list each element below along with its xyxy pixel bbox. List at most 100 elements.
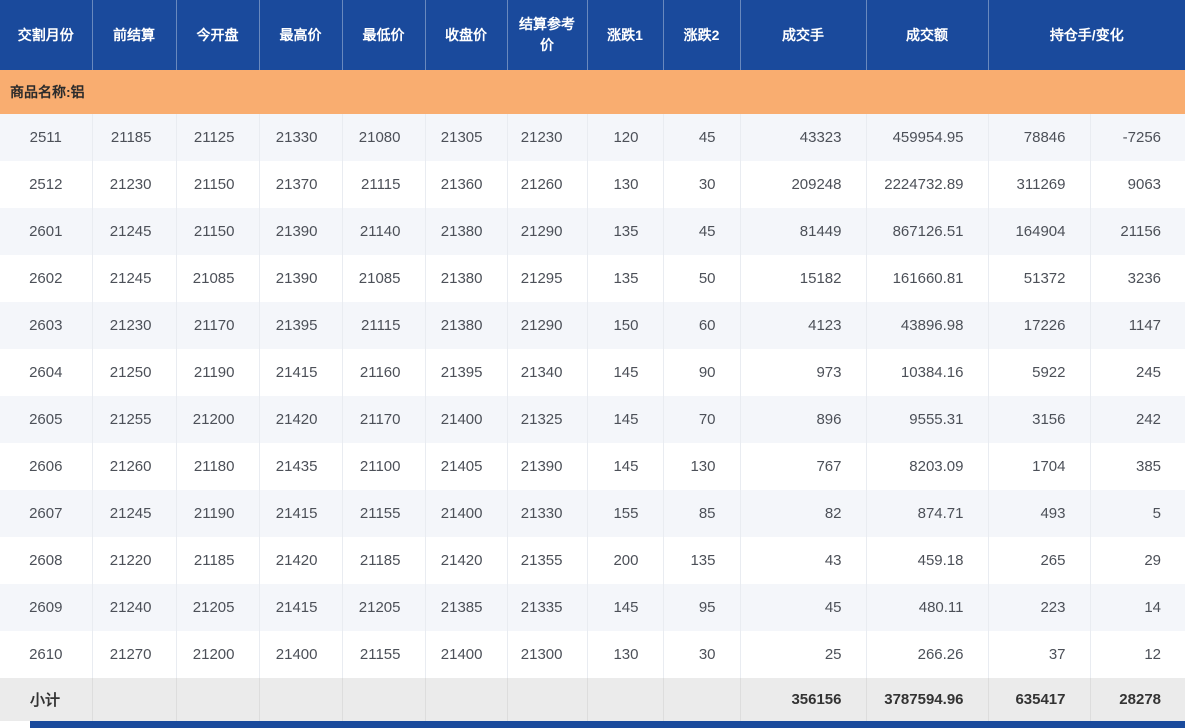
cell-change1: 200: [587, 537, 663, 584]
cell-open_interest: 493: [988, 490, 1090, 537]
cell-prev_settle: 21230: [92, 161, 176, 208]
cell-close: 21400: [425, 396, 507, 443]
table-row-2608: 2608212202118521420211852142021355200135…: [0, 537, 1185, 584]
cell-change1: 155: [587, 490, 663, 537]
cell-settle_ref: 21390: [507, 443, 587, 490]
subtotal-settle_ref: [507, 678, 587, 721]
subtotal-row: 小计3561563787594.9663541728278: [0, 678, 1185, 721]
cell-open_interest: 3156: [988, 396, 1090, 443]
cell-high: 21390: [259, 208, 342, 255]
cell-oi_change: 1147: [1090, 302, 1185, 349]
subtotal-label: 小计: [0, 678, 92, 721]
cell-change2: 95: [663, 584, 740, 631]
cell-turnover: 10384.16: [866, 349, 988, 396]
cell-close: 21405: [425, 443, 507, 490]
cell-close: 21385: [425, 584, 507, 631]
cell-high: 21330: [259, 114, 342, 161]
cell-open_interest: 223: [988, 584, 1090, 631]
cell-volume: 45: [740, 584, 866, 631]
cell-low: 21115: [342, 161, 425, 208]
table-row-2606: 2606212602118021435211002140521390145130…: [0, 443, 1185, 490]
cell-change1: 130: [587, 161, 663, 208]
column-header-change2: 涨跌2: [663, 0, 740, 70]
subtotal-low: [342, 678, 425, 721]
cell-oi_change: 9063: [1090, 161, 1185, 208]
cell-month: 2607: [0, 490, 92, 537]
cell-low: 21080: [342, 114, 425, 161]
cell-oi_change: 385: [1090, 443, 1185, 490]
cell-prev_settle: 21240: [92, 584, 176, 631]
cell-change2: 60: [663, 302, 740, 349]
cell-volume: 973: [740, 349, 866, 396]
cell-open_interest: 5922: [988, 349, 1090, 396]
cell-open: 21180: [176, 443, 259, 490]
subtotal-change1: [587, 678, 663, 721]
cell-settle_ref: 21325: [507, 396, 587, 443]
cell-volume: 43: [740, 537, 866, 584]
table-header: 交割月份前结算今开盘最高价最低价收盘价结算参考价涨跌1涨跌2成交手成交额持仓手/…: [0, 0, 1185, 70]
cell-month: 2512: [0, 161, 92, 208]
cell-high: 21415: [259, 584, 342, 631]
cell-turnover: 9555.31: [866, 396, 988, 443]
cell-settle_ref: 21290: [507, 208, 587, 255]
column-header-open: 今开盘: [176, 0, 259, 70]
cell-open: 21190: [176, 349, 259, 396]
cell-low: 21205: [342, 584, 425, 631]
cell-turnover: 874.71: [866, 490, 988, 537]
cell-volume: 15182: [740, 255, 866, 302]
cell-change1: 145: [587, 349, 663, 396]
subtotal-close: [425, 678, 507, 721]
table-row-2601: 2601212452115021390211402138021290135458…: [0, 208, 1185, 255]
cell-volume: 4123: [740, 302, 866, 349]
cell-turnover: 459954.95: [866, 114, 988, 161]
column-header-close: 收盘价: [425, 0, 507, 70]
cell-close: 21380: [425, 302, 507, 349]
cell-settle_ref: 21355: [507, 537, 587, 584]
cell-month: 2601: [0, 208, 92, 255]
cell-oi_change: 5: [1090, 490, 1185, 537]
cell-oi_change: 14: [1090, 584, 1185, 631]
cell-close: 21380: [425, 255, 507, 302]
cell-change2: 30: [663, 631, 740, 678]
cell-open: 21170: [176, 302, 259, 349]
cell-month: 2610: [0, 631, 92, 678]
cell-month: 2511: [0, 114, 92, 161]
column-header-volume: 成交手: [740, 0, 866, 70]
cell-low: 21170: [342, 396, 425, 443]
cell-month: 2602: [0, 255, 92, 302]
cell-prev_settle: 21245: [92, 255, 176, 302]
cell-settle_ref: 21340: [507, 349, 587, 396]
subtotal-oi_change: 28278: [1090, 678, 1185, 721]
column-header-month: 交割月份: [0, 0, 92, 70]
cell-open: 21205: [176, 584, 259, 631]
subtotal-high: [259, 678, 342, 721]
cell-high: 21420: [259, 537, 342, 584]
cell-open: 21150: [176, 208, 259, 255]
cell-oi_change: 21156: [1090, 208, 1185, 255]
cell-settle_ref: 21260: [507, 161, 587, 208]
commodity-name-label: 商品名称:铝: [0, 70, 1185, 114]
cell-oi_change: -7256: [1090, 114, 1185, 161]
cell-open_interest: 17226: [988, 302, 1090, 349]
column-header-oi_and_change: 持仓手/变化: [988, 0, 1185, 70]
futures-quotes-section: 交割月份前结算今开盘最高价最低价收盘价结算参考价涨跌1涨跌2成交手成交额持仓手/…: [0, 0, 1185, 721]
cell-change2: 90: [663, 349, 740, 396]
cell-volume: 896: [740, 396, 866, 443]
cell-high: 21415: [259, 349, 342, 396]
cell-prev_settle: 21250: [92, 349, 176, 396]
cell-low: 21100: [342, 443, 425, 490]
column-header-prev_settle: 前结算: [92, 0, 176, 70]
cell-settle_ref: 21295: [507, 255, 587, 302]
table-row-2512: 2512212302115021370211152136021260130302…: [0, 161, 1185, 208]
cell-prev_settle: 21260: [92, 443, 176, 490]
cell-low: 21155: [342, 490, 425, 537]
cell-close: 21400: [425, 631, 507, 678]
subtotal-open: [176, 678, 259, 721]
cell-turnover: 459.18: [866, 537, 988, 584]
cell-prev_settle: 21245: [92, 208, 176, 255]
subtotal-prev_settle: [92, 678, 176, 721]
cell-change2: 130: [663, 443, 740, 490]
cell-oi_change: 29: [1090, 537, 1185, 584]
cell-volume: 767: [740, 443, 866, 490]
cell-month: 2605: [0, 396, 92, 443]
